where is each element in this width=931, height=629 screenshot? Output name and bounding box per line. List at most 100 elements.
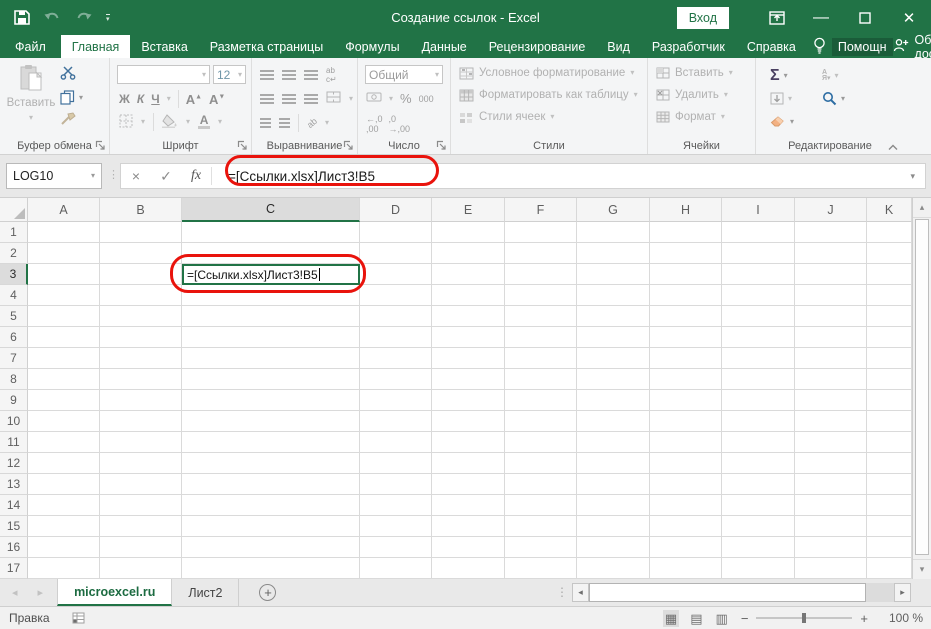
cell-J4[interactable] — [795, 285, 867, 306]
cell-C12[interactable] — [182, 453, 360, 474]
name-box[interactable]: LOG10 ▾ — [6, 163, 102, 189]
vertical-scrollbar[interactable]: ▴ ▾ — [912, 198, 931, 579]
cell-H16[interactable] — [650, 537, 722, 558]
column-header-E[interactable]: E — [432, 198, 505, 222]
cell-C6[interactable] — [182, 327, 360, 348]
format-as-table-button[interactable]: Форматировать как таблицу ▾ — [451, 84, 647, 106]
cell-F9[interactable] — [505, 390, 577, 411]
cell-H13[interactable] — [650, 474, 722, 495]
scroll-left-icon[interactable]: ◂ — [572, 583, 589, 602]
format-cells-button[interactable]: Формат ▾ — [648, 106, 755, 128]
vertical-scroll-thumb[interactable] — [915, 219, 929, 555]
align-left-icon[interactable] — [260, 93, 274, 104]
cell-B13[interactable] — [100, 474, 182, 495]
align-bottom-icon[interactable] — [304, 70, 318, 80]
cell-J16[interactable] — [795, 537, 867, 558]
cell-F14[interactable] — [505, 495, 577, 516]
cell-D5[interactable] — [360, 306, 432, 327]
font-color-icon[interactable]: А — [198, 114, 211, 129]
cell-I16[interactable] — [722, 537, 795, 558]
cell-K8[interactable] — [867, 369, 912, 390]
cell-E5[interactable] — [432, 306, 505, 327]
cell-E4[interactable] — [432, 285, 505, 306]
column-header-G[interactable]: G — [577, 198, 650, 222]
row-header-10[interactable]: 10 — [0, 411, 28, 432]
cell-J12[interactable] — [795, 453, 867, 474]
cell-C5[interactable] — [182, 306, 360, 327]
cell-F2[interactable] — [505, 243, 577, 264]
cell-I14[interactable] — [722, 495, 795, 516]
cell-A17[interactable] — [28, 558, 100, 579]
cancel-icon[interactable]: × — [121, 168, 151, 184]
cell-G10[interactable] — [577, 411, 650, 432]
tab-Главная[interactable]: Главная — [60, 35, 131, 58]
font-size-combobox[interactable]: 12 ▾ — [213, 65, 246, 84]
collapse-ribbon-icon[interactable] — [888, 140, 898, 150]
cell-G8[interactable] — [577, 369, 650, 390]
cell-K7[interactable] — [867, 348, 912, 369]
cell-C15[interactable] — [182, 516, 360, 537]
cell-K17[interactable] — [867, 558, 912, 579]
format-painter-icon[interactable] — [60, 112, 83, 129]
cell-D10[interactable] — [360, 411, 432, 432]
cell-K3[interactable] — [867, 264, 912, 285]
cell-K14[interactable] — [867, 495, 912, 516]
cell-A16[interactable] — [28, 537, 100, 558]
tell-me-assistant[interactable]: Помощн — [813, 37, 893, 57]
cell-B9[interactable] — [100, 390, 182, 411]
cell-I17[interactable] — [722, 558, 795, 579]
cell-B14[interactable] — [100, 495, 182, 516]
cell-K2[interactable] — [867, 243, 912, 264]
cell-D6[interactable] — [360, 327, 432, 348]
cell-A7[interactable] — [28, 348, 100, 369]
tab-Разработчик[interactable]: Разработчик — [641, 35, 736, 58]
zoom-slider-thumb[interactable] — [802, 613, 807, 623]
cell-J5[interactable] — [795, 306, 867, 327]
cell-D12[interactable] — [360, 453, 432, 474]
cell-H14[interactable] — [650, 495, 722, 516]
cell-A12[interactable] — [28, 453, 100, 474]
cell-D3[interactable] — [360, 264, 432, 285]
cell-B10[interactable] — [100, 411, 182, 432]
cell-B5[interactable] — [100, 306, 182, 327]
cell-F17[interactable] — [505, 558, 577, 579]
cell-H9[interactable] — [650, 390, 722, 411]
cell-B6[interactable] — [100, 327, 182, 348]
cell-F7[interactable] — [505, 348, 577, 369]
formula-bar-resizer[interactable]: ⋮ — [108, 168, 119, 181]
cell-H15[interactable] — [650, 516, 722, 537]
cell-B4[interactable] — [100, 285, 182, 306]
paste-dropdown-icon[interactable]: ▾ — [29, 113, 33, 122]
decrease-decimal-icon[interactable]: ,0 →,00 — [389, 114, 411, 134]
cell-D11[interactable] — [360, 432, 432, 453]
cell-A2[interactable] — [28, 243, 100, 264]
cell-J17[interactable] — [795, 558, 867, 579]
cell-H5[interactable] — [650, 306, 722, 327]
cell-I10[interactable] — [722, 411, 795, 432]
cell-G3[interactable] — [577, 264, 650, 285]
cell-H7[interactable] — [650, 348, 722, 369]
cell-I15[interactable] — [722, 516, 795, 537]
page-break-view-icon[interactable]: ▥ — [716, 612, 728, 625]
cell-A13[interactable] — [28, 474, 100, 495]
column-header-H[interactable]: H — [650, 198, 722, 222]
column-header-K[interactable]: K — [867, 198, 912, 222]
sort-filter-button[interactable]: А Я▾ ▾ — [822, 69, 874, 82]
cell-E9[interactable] — [432, 390, 505, 411]
cell-G2[interactable] — [577, 243, 650, 264]
cell-F16[interactable] — [505, 537, 577, 558]
cell-B1[interactable] — [100, 222, 182, 243]
scroll-down-icon[interactable]: ▾ — [913, 559, 931, 579]
cell-C7[interactable] — [182, 348, 360, 369]
cell-G13[interactable] — [577, 474, 650, 495]
cell-B7[interactable] — [100, 348, 182, 369]
cell-E7[interactable] — [432, 348, 505, 369]
tab-Вид[interactable]: Вид — [596, 35, 641, 58]
cell-A9[interactable] — [28, 390, 100, 411]
cell-E12[interactable] — [432, 453, 505, 474]
cell-G6[interactable] — [577, 327, 650, 348]
cell-J15[interactable] — [795, 516, 867, 537]
copy-button[interactable]: ▾ — [60, 90, 83, 105]
bold-button[interactable]: Ж — [119, 92, 130, 106]
cell-J10[interactable] — [795, 411, 867, 432]
